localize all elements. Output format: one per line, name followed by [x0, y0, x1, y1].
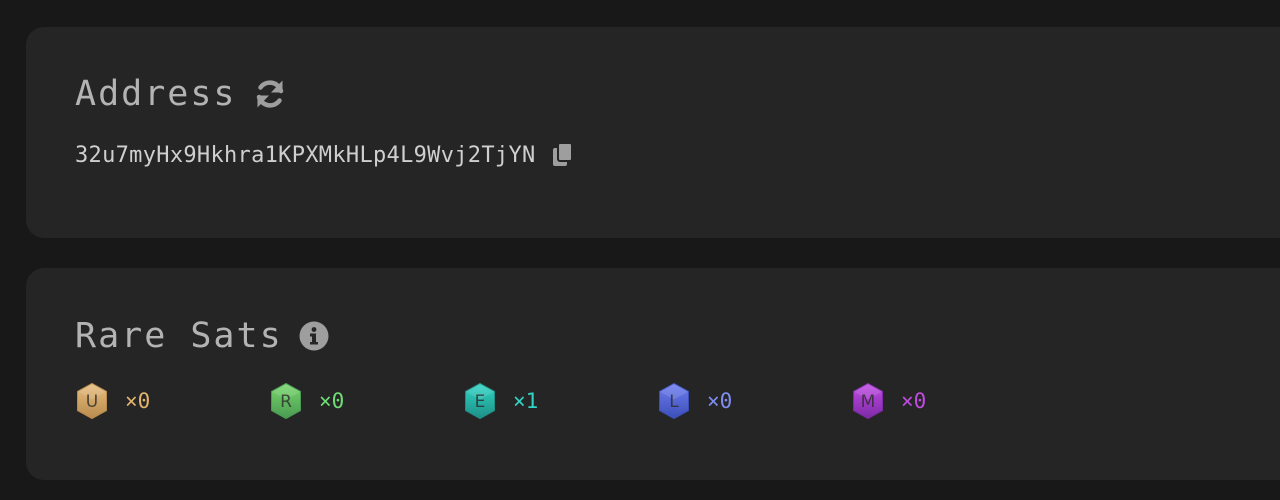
rare-sat-count: ×0	[901, 389, 927, 413]
rare-sats-card: Rare Sats U ×0 R ×0 E ×1 L ×0 M ×0	[26, 268, 1280, 480]
rare-sat-item: M ×0	[851, 382, 1045, 420]
uncommon-badge-icon: U	[75, 382, 109, 420]
rare-sat-item: R ×0	[269, 382, 463, 420]
rare-sats-title: Rare Sats	[75, 316, 283, 356]
rare-sat-count: ×1	[513, 389, 539, 413]
rare-sat-item: L ×0	[657, 382, 851, 420]
epic-badge-icon: E	[463, 382, 497, 420]
legendary-badge-icon: L	[657, 382, 691, 420]
rare-sat-count: ×0	[707, 389, 733, 413]
refresh-icon[interactable]	[253, 77, 287, 111]
address-title: Address	[75, 74, 237, 114]
rare-sats-heading: Rare Sats	[75, 316, 329, 356]
rare-sat-item: E ×1	[463, 382, 657, 420]
address-card: Address 32u7myHx9Hkhra1KPXMkHLp4L9Wvj2Tj…	[26, 27, 1280, 238]
rare-sat-item: U ×0	[75, 382, 269, 420]
rare-sat-letter: L	[669, 392, 679, 412]
rare-sat-letter: E	[475, 392, 486, 412]
info-icon[interactable]	[299, 321, 329, 351]
rare-sat-letter: U	[86, 392, 98, 412]
address-line: 32u7myHx9Hkhra1KPXMkHLp4L9Wvj2TjYN	[75, 142, 574, 168]
rare-sat-count: ×0	[125, 389, 151, 413]
rare-sat-letter: R	[280, 392, 292, 412]
address-value: 32u7myHx9Hkhra1KPXMkHLp4L9Wvj2TjYN	[75, 142, 536, 168]
rare-sat-count: ×0	[319, 389, 345, 413]
rare-sats-list: U ×0 R ×0 E ×1 L ×0 M ×0	[75, 382, 1045, 420]
rare-sat-letter: M	[861, 392, 876, 412]
address-heading: Address	[75, 74, 287, 114]
copy-icon[interactable]	[552, 142, 574, 168]
mythic-badge-icon: M	[851, 382, 885, 420]
rare-badge-icon: R	[269, 382, 303, 420]
